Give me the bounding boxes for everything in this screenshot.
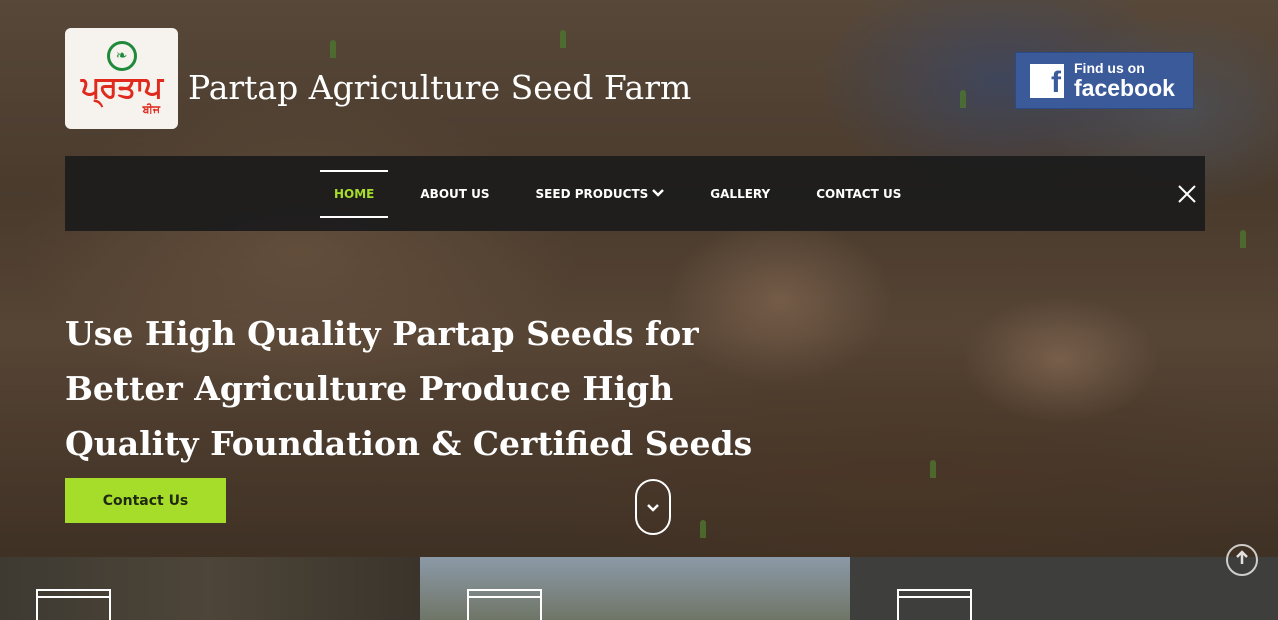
feature-icon bbox=[467, 589, 542, 620]
facebook-line2: facebook bbox=[1074, 75, 1175, 101]
nav-item-label: ABOUT US bbox=[420, 186, 490, 201]
back-to-top-button[interactable] bbox=[1226, 544, 1258, 576]
site-title[interactable]: Partap Agriculture Seed Farm bbox=[188, 68, 691, 107]
nav-menu: HOME ABOUT US SEED PRODUCTS GALLERY CONT… bbox=[320, 156, 933, 231]
feature-icon bbox=[897, 589, 972, 620]
nav-item-label: GALLERY bbox=[710, 186, 771, 201]
sprout-decoration bbox=[700, 520, 706, 538]
feature-panels bbox=[0, 557, 1278, 620]
nav-item-label: CONTACT US bbox=[816, 186, 902, 201]
contact-us-button[interactable]: Contact Us bbox=[65, 478, 226, 523]
leaf-emblem-icon: ❧ bbox=[106, 40, 137, 71]
nav-item-label: HOME bbox=[334, 186, 375, 201]
chevron-down-icon bbox=[652, 187, 665, 200]
nav-item-home[interactable]: HOME bbox=[320, 169, 389, 218]
nav-item-seed-products[interactable]: SEED PRODUCTS bbox=[522, 170, 679, 218]
feature-icon bbox=[36, 589, 111, 620]
sprout-decoration bbox=[930, 460, 936, 478]
nav-item-gallery[interactable]: GALLERY bbox=[696, 170, 784, 218]
sprout-decoration bbox=[960, 90, 966, 108]
facebook-badge[interactable]: f Find us on facebook bbox=[1015, 52, 1194, 109]
close-icon[interactable] bbox=[1175, 182, 1199, 206]
arrow-up-icon bbox=[1235, 550, 1249, 570]
sprout-decoration bbox=[560, 30, 566, 48]
chevron-down-icon bbox=[646, 498, 660, 517]
feature-panel-1[interactable] bbox=[0, 557, 420, 620]
site-logo[interactable]: ❧ ਪ੍ਰਤਾਪ ਬੀਜ bbox=[65, 28, 178, 129]
facebook-badge-text: Find us on facebook bbox=[1074, 61, 1175, 100]
nav-item-about-us[interactable]: ABOUT US bbox=[406, 170, 503, 218]
sprout-decoration bbox=[1240, 230, 1246, 248]
sprout-decoration bbox=[330, 40, 336, 58]
hero-headline: Use High Quality Partap Seeds for Better… bbox=[65, 314, 753, 463]
facebook-f-icon: f bbox=[1030, 63, 1064, 98]
scroll-down-button[interactable] bbox=[635, 479, 671, 535]
logo-main-text: ਪ੍ਰਤਾਪ bbox=[80, 69, 163, 105]
feature-panel-3[interactable] bbox=[850, 557, 1278, 620]
main-navbar: HOME ABOUT US SEED PRODUCTS GALLERY CONT… bbox=[65, 156, 1205, 231]
nav-item-label: SEED PRODUCTS bbox=[535, 186, 649, 201]
facebook-line1: Find us on bbox=[1074, 60, 1145, 76]
feature-panel-2[interactable] bbox=[420, 557, 850, 620]
logo-sub-text: ਬੀਜ bbox=[142, 102, 160, 116]
nav-item-contact-us[interactable]: CONTACT US bbox=[802, 170, 915, 218]
